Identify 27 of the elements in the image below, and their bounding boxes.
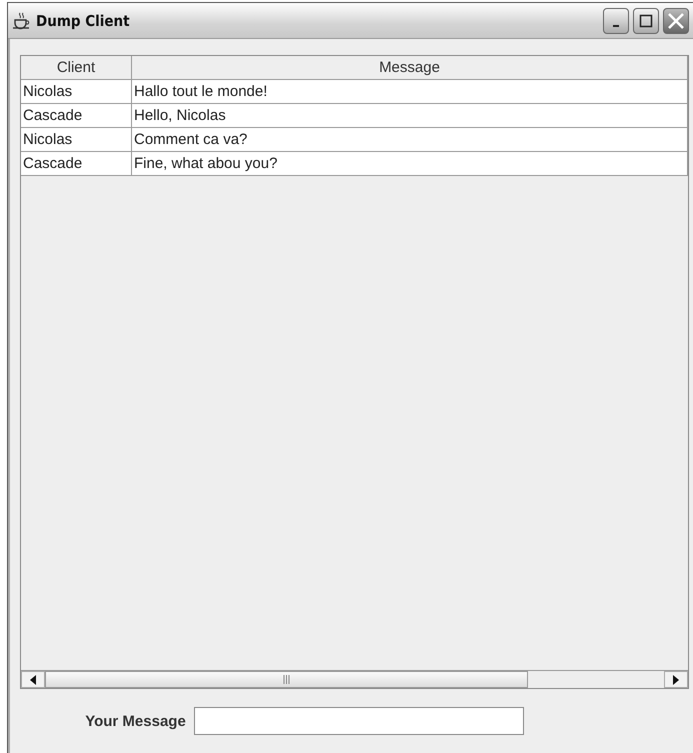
right-arrow-icon [673,674,679,684]
message-input[interactable] [194,707,524,735]
horizontal-scrollbar[interactable] [21,670,688,688]
left-arrow-icon [30,674,36,684]
coffee-cup-icon [12,12,32,30]
minimize-icon [613,24,619,26]
scroll-right-button[interactable] [664,671,688,688]
minimize-button[interactable] [603,8,629,34]
grip-icon [282,675,290,684]
table-cell: Nicolas [21,80,132,104]
table-cell: Cascade [21,152,132,176]
message-label: Your Message [85,712,186,730]
table-cell: Nicolas [21,128,132,152]
table-cell: Hallo tout le monde! [132,80,688,104]
close-icon [667,12,685,30]
scroll-left-button[interactable] [21,671,45,688]
maximize-icon [639,14,653,28]
maximize-button[interactable] [633,8,659,34]
table-cell: Cascade [21,104,132,128]
column-header[interactable]: Client [21,56,132,80]
table-cell: Fine, what abou you? [132,152,688,176]
scroll-thumb[interactable] [45,671,528,688]
window-title: Dump Client [36,12,131,30]
close-button[interactable] [663,8,689,34]
table-cell: Hello, Nicolas [132,104,688,128]
column-header[interactable]: Message [132,56,688,80]
table-cell: Comment ca va? [132,128,688,152]
